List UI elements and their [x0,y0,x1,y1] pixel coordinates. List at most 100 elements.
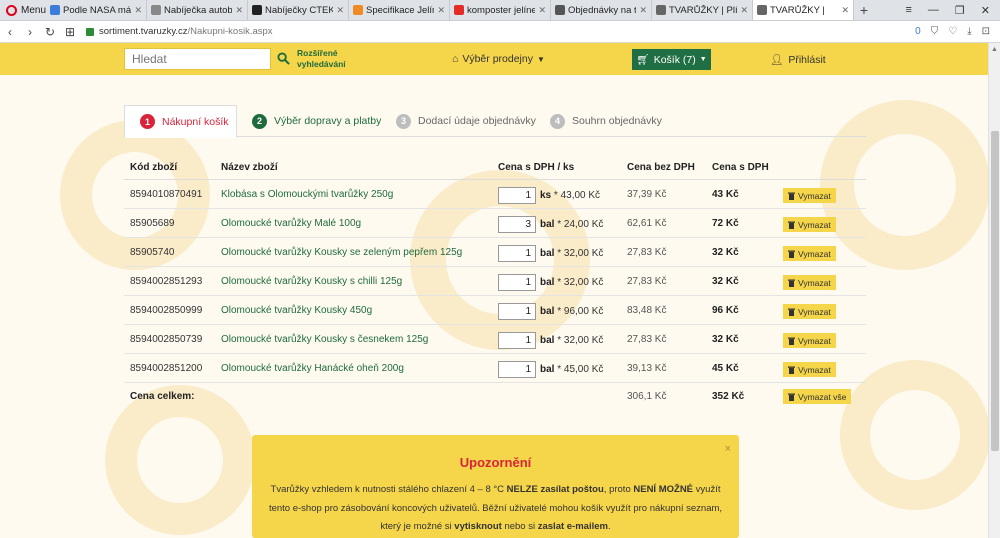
tab-close-icon[interactable]: ✕ [336,5,344,16]
camera-icon[interactable]: ⊡ [982,26,990,37]
product-name-link[interactable]: Olomoucké tvarůžky Kousky se zeleným pep… [221,247,462,258]
advanced-search-link[interactable]: Rozšířené vyhledávání [297,48,346,70]
delete-all-button[interactable]: Vymazat vše [783,389,852,404]
browser-tab[interactable]: TVARŮŽKY | ✕ [753,0,854,20]
product-name-link[interactable]: Olomoucké tvarůžky Hanácké oheň 200g [221,363,404,374]
cart-table: Kód zboží Název zboží Cena s DPH / ks Ce… [124,155,866,411]
delete-button[interactable]: Vymazat [783,188,836,203]
page-scrollbar[interactable]: ▲ [988,43,1000,538]
maximize-icon[interactable]: ❐ [955,4,965,17]
search-icon[interactable] [277,52,290,65]
warning-title: Upozornění [459,455,532,470]
tab-close-icon[interactable]: ✕ [235,5,243,16]
browser-tab[interactable]: komposter jelínek ✕ [450,0,551,20]
reload-icon[interactable]: ↻ [40,25,60,39]
quantity-input[interactable] [498,187,536,204]
step-cart[interactable]: 1 Nákupní košík [124,105,237,138]
tab-title: TVARŮŽKY | Plísňo [669,4,738,16]
url-field[interactable]: sortiment.tvaruzky.cz/Nakupni-kosik.aspx [80,26,915,37]
warning-print-link[interactable]: vytisknout [454,521,502,532]
url-path: /Nakupni-kosik.aspx [187,26,273,37]
delete-button[interactable]: Vymazat [783,304,836,319]
tab-title: komposter jelínek [467,4,536,16]
delete-button[interactable]: Vymazat [783,275,836,290]
tab-close-icon[interactable]: ✕ [134,5,142,16]
product-code: 8594002851293 [130,276,203,287]
back-icon[interactable]: ‹ [0,25,20,39]
step-shipping[interactable]: 2 Výběr dopravy a platby [252,105,381,137]
cart-button[interactable]: 🛒︎ Košík (7) ▼ [632,49,711,70]
product-name-link[interactable]: Olomoucké tvarůžky Kousky 450g [221,305,372,316]
quantity-input[interactable] [498,216,536,233]
product-name-link[interactable]: Klobása s Olomouckými tvarůžky 250g [221,189,393,200]
product-name-link[interactable]: Olomoucké tvarůžky Kousky s česnekem 125… [221,334,428,345]
step-number: 4 [550,113,565,129]
forward-icon[interactable]: › [20,25,40,39]
scroll-up-icon[interactable]: ▲ [991,46,998,53]
heart-icon[interactable]: ♡ [948,26,957,37]
download-icon[interactable]: ⤓ [967,26,971,37]
cart-icon: 🛒︎ [636,54,650,66]
product-name-link[interactable]: Olomoucké tvarůžky Kousky s chilli 125g [221,276,402,287]
warning-close-icon[interactable]: × [725,443,731,455]
quantity-input[interactable] [498,245,536,262]
tab-close-icon[interactable]: ✕ [437,5,445,16]
unit-price-value: * 45,00 Kč [557,364,604,375]
lock-icon [86,27,94,36]
tab-close-icon[interactable]: ✕ [639,5,647,16]
table-row: 8594002850739 Olomoucké tvarůžky Kousky s… [124,325,866,354]
minimize-icon[interactable]: — [928,4,939,16]
price-vat: 32 Kč [712,276,739,287]
delete-button[interactable]: Vymazat [783,246,836,261]
search-input[interactable] [124,48,271,70]
step-label: Souhrn objednávky [572,115,662,127]
browser-tab[interactable]: TVARŮŽKY | Plísňo✕ [652,0,753,20]
step-summary[interactable]: 4 Souhrn objednávky [550,105,662,137]
user-icon: 👤︎ [770,54,784,66]
browser-menu-button[interactable]: Menu [0,0,46,20]
browser-tab[interactable]: Podle NASA má na✕ [46,0,147,20]
warning-email-link[interactable]: zaslat e-mailem [538,521,608,532]
quantity-input[interactable] [498,332,536,349]
tab-favicon-icon [454,5,464,15]
product-name-link[interactable]: Olomoucké tvarůžky Malé 100g [221,218,361,229]
delete-button[interactable]: Vymazat [783,362,836,377]
price-vat: 45 Kč [712,363,739,374]
quantity-input[interactable] [498,303,536,320]
close-window-icon[interactable]: ✕ [981,4,990,17]
browser-tab[interactable]: Nabíječka autobat✕ [147,0,248,20]
price-vat: 43 Kč [712,189,739,200]
scroll-thumb[interactable] [991,131,999,451]
price-no-vat: 39,13 Kč [627,363,667,374]
login-link[interactable]: 👤︎ Přihlásit [770,53,826,67]
delete-label: Vymazat [798,219,831,230]
delete-button[interactable]: Vymazat [783,217,836,232]
quantity-input[interactable] [498,274,536,291]
trash-icon [788,308,795,316]
browser-tab[interactable]: Objednávky na tva✕ [551,0,652,20]
step-delivery[interactable]: 3 Dodací údaje objednávky [396,105,536,137]
browser-tab[interactable]: Specifikace Jelínek✕ [349,0,450,20]
branch-label: Výběr prodejny [462,53,533,65]
advanced-search-line1: Rozšířené [297,48,338,58]
total-gross: 352 Kč [712,391,745,402]
tab-close-icon[interactable]: ✕ [538,5,546,16]
delete-button[interactable]: Vymazat [783,333,836,348]
tab-menu-icon[interactable]: ≡ [905,4,911,16]
unit-price-value: * 32,00 Kč [557,335,604,346]
tab-title: Nabíječka autobat [164,4,233,16]
unit-label: bal [540,248,555,259]
new-tab-button[interactable]: + [854,0,874,20]
tabs-grid-icon[interactable]: ⊞ [60,25,80,39]
browser-tab[interactable]: Nabíječky CTEK - N✕ [248,0,349,20]
tab-favicon-icon [50,5,60,15]
tab-close-icon[interactable]: ✕ [841,5,849,16]
warning-box: Upozornění × Tvarůžky vzhledem k nutnost… [252,435,739,538]
delete-all-label: Vymazat vše [798,391,847,402]
branch-dropdown[interactable]: ⌂ Výběr prodejny ▼ [452,53,545,65]
tab-close-icon[interactable]: ✕ [740,5,748,16]
quantity-input[interactable] [498,361,536,378]
adblock-badge[interactable]: 0 [915,26,921,37]
unit-price: bal * 45,00 Kč [540,364,603,375]
shield-icon[interactable]: ⛉ [931,26,939,37]
